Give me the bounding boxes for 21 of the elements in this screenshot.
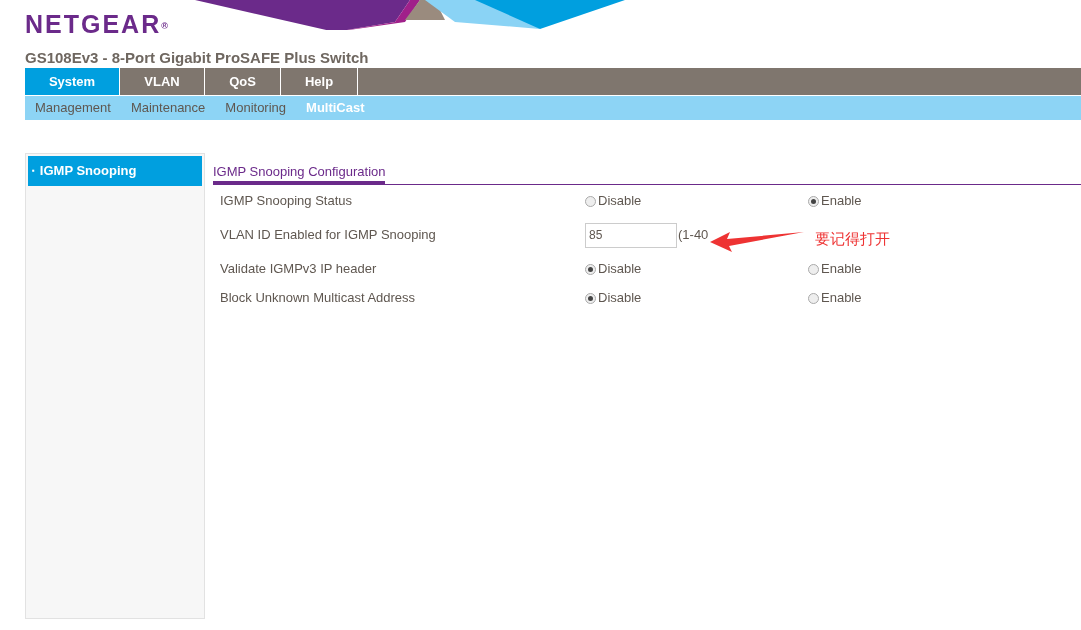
annotation-text: 要记得打开 xyxy=(815,229,890,249)
range-hint: (1-40 xyxy=(678,226,709,245)
setting-label: Validate IGMPv3 IP header xyxy=(219,260,378,279)
setting-label: Block Unknown Multicast Address xyxy=(219,289,417,308)
product-title: GS108Ev3 - 8-Port Gigabit ProSAFE Plus Switch xyxy=(24,48,370,68)
nav-tab[interactable]: System xyxy=(25,68,120,95)
radio-option[interactable]: Disable xyxy=(585,191,808,211)
radio-option[interactable]: Disable xyxy=(585,259,808,279)
radio-option[interactable]: Enable xyxy=(808,259,862,279)
radio-option[interactable]: Enable xyxy=(808,288,862,308)
setting-label: VLAN ID Enabled for IGMP Snooping xyxy=(219,226,437,245)
sidebar-item[interactable]: ▪ IGMP Snooping xyxy=(28,156,202,186)
subnav-tab[interactable]: Monitoring xyxy=(225,98,287,118)
radio-option[interactable]: Disable xyxy=(585,288,808,308)
subnav-tab[interactable]: Maintenance xyxy=(130,98,206,118)
setting-label: IGMP Snooping Status xyxy=(219,192,353,211)
vlan-id-field[interactable]: 85 xyxy=(585,222,677,248)
netgear-logo: NETGEAR$^{®}$ xyxy=(25,12,168,37)
subnav-tab[interactable]: Management xyxy=(35,98,111,118)
section-title: IGMP Snooping Configuration xyxy=(213,163,386,184)
radio-option[interactable]: Enable xyxy=(808,191,862,211)
